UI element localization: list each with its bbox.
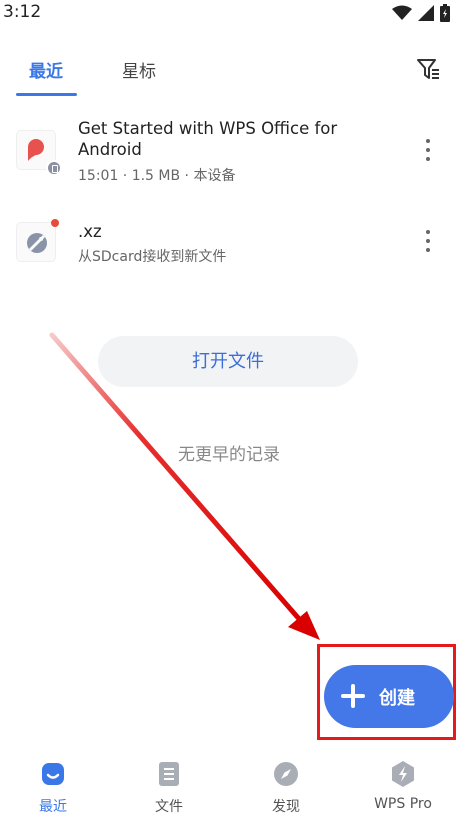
tab-bar: 最近 星标 xyxy=(0,44,458,100)
recent-icon xyxy=(42,763,64,785)
nav-discover[interactable]: 发现 xyxy=(236,752,336,820)
file-title: .xz xyxy=(78,222,102,241)
nav-files[interactable]: 文件 xyxy=(119,752,219,820)
nav-wps-pro[interactable]: WPS Pro xyxy=(353,752,453,820)
file-icon xyxy=(159,762,179,786)
nav-label: 最近 xyxy=(39,799,67,815)
no-more-records-text: 无更早的记录 xyxy=(178,445,280,465)
status-time: 3:12 xyxy=(3,2,42,22)
nav-recent[interactable]: 最近 xyxy=(3,752,103,820)
new-file-dot xyxy=(51,219,59,227)
file-item-xz[interactable]: .xz 从SDcard接收到新文件 xyxy=(0,202,458,282)
more-options-icon[interactable] xyxy=(418,137,438,163)
compass-icon xyxy=(274,762,298,786)
bottom-nav: 最近 文件 发现 WPS Pro xyxy=(0,752,458,820)
file-meta: 15:01 · 1.5 MB · 本设备 xyxy=(78,168,236,184)
battery-icon xyxy=(440,4,450,22)
plus-icon xyxy=(341,684,365,708)
create-label: 创建 xyxy=(379,688,415,709)
active-tab-indicator xyxy=(16,93,77,96)
filter-icon[interactable] xyxy=(415,56,441,82)
file-item-get-started[interactable]: Get Started with WPS Office for Android … xyxy=(0,110,458,190)
create-button[interactable]: 创建 xyxy=(324,665,454,728)
tab-starred[interactable]: 星标 xyxy=(122,57,156,82)
wifi-icon xyxy=(392,5,412,20)
nav-label: 发现 xyxy=(272,799,300,815)
tab-recent[interactable]: 最近 xyxy=(29,57,63,82)
signal-icon xyxy=(418,5,434,21)
status-bar: 3:12 xyxy=(0,0,458,28)
more-options-icon[interactable] xyxy=(418,228,438,254)
file-title: Get Started with WPS Office for Android xyxy=(78,119,338,159)
file-meta: 从SDcard接收到新文件 xyxy=(78,249,227,265)
lightning-icon xyxy=(392,761,414,787)
unknown-file-icon xyxy=(16,222,56,262)
device-icon xyxy=(46,160,62,176)
open-file-button[interactable]: 打开文件 xyxy=(98,336,358,387)
nav-label: 文件 xyxy=(155,799,183,815)
nav-label: WPS Pro xyxy=(374,796,432,812)
